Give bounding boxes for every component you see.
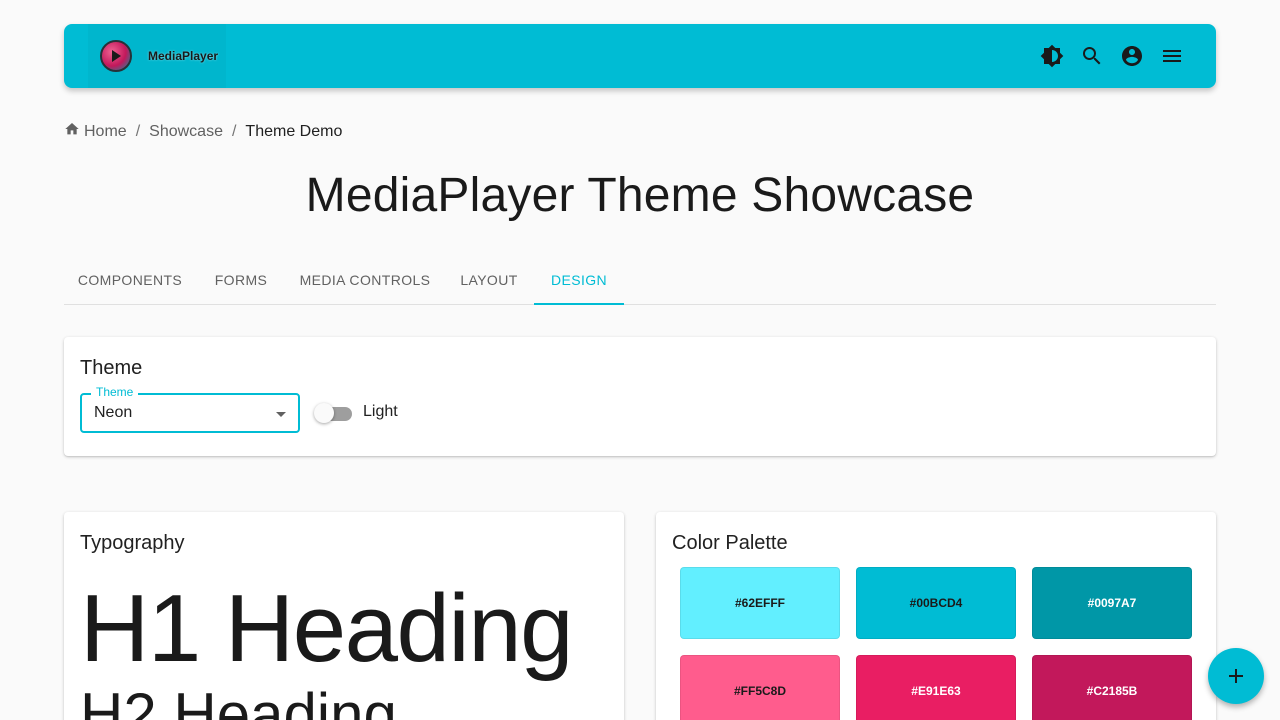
menu-button[interactable] [1152,36,1192,76]
theme-select-value: Neon [94,404,133,421]
tab-components[interactable]: COMPONENTS [64,256,196,304]
tab-media-controls[interactable]: MEDIA CONTROLS [286,256,444,304]
light-mode-label: Light [363,403,398,420]
account-button[interactable] [1112,36,1152,76]
breadcrumb-separator: / [231,123,237,140]
theme-toggle-button[interactable] [1032,36,1072,76]
theme-select-label: Theme [91,385,139,399]
search-icon [1083,47,1101,65]
home-icon [65,123,79,135]
tab-forms[interactable]: FORMS [196,256,286,304]
breadcrumb-home-label: Home [84,123,127,140]
color-swatch[interactable]: #00BCD4 [856,567,1016,639]
search-button[interactable] [1072,36,1112,76]
plus-icon [1229,669,1243,683]
app-bar: MediaPlayer [64,24,1216,88]
brand[interactable]: MediaPlayer [88,24,226,88]
breadcrumb: Home / Showcase / Theme Demo [64,120,342,144]
color-swatch[interactable]: #62EFFF [680,567,840,639]
switch-thumb [314,403,334,423]
h2-sample: H2 Heading [80,681,397,720]
menu-icon [1163,50,1181,62]
play-logo-icon [100,40,132,72]
color-swatch[interactable]: #FF5C8D [680,655,840,720]
light-mode-switch[interactable] [314,403,354,423]
tab-layout[interactable]: LAYOUT [444,256,534,304]
dropdown-arrow-icon [276,412,286,417]
breadcrumb-showcase[interactable]: Showcase [149,123,223,141]
account-circle-icon [1122,46,1142,66]
tab-design[interactable]: DESIGN [534,256,624,305]
typography-card-title: Typography [80,532,185,554]
breadcrumb-home[interactable]: Home [64,123,127,141]
color-swatch[interactable]: #0097A7 [1032,567,1192,639]
brightness-icon [1040,44,1064,68]
color-swatch[interactable]: #E91E63 [856,655,1016,720]
theme-card-title: Theme [80,357,143,379]
brand-name: MediaPlayer [148,49,219,63]
theme-select[interactable]: Theme Neon [80,385,300,433]
tab-bar: COMPONENTS FORMS MEDIA CONTROLS LAYOUT D… [64,256,1216,305]
color-swatch[interactable]: #C2185B [1032,655,1192,720]
page-title: MediaPlayer Theme Showcase [305,169,975,222]
h1-sample: H1 Heading [80,575,574,682]
breadcrumb-separator: / [135,123,141,140]
color-palette-card: Color Palette #62EFFF #00BCD4 #0097A7 #F… [656,512,1216,720]
add-fab-button[interactable] [1208,648,1264,704]
breadcrumb-current: Theme Demo [245,123,343,140]
app-bar-actions [1032,36,1192,76]
typography-card: Typography H1 Heading H2 Heading [64,512,624,720]
color-palette-card-title: Color Palette [672,532,788,554]
theme-card: Theme Theme Neon Light [64,337,1216,456]
